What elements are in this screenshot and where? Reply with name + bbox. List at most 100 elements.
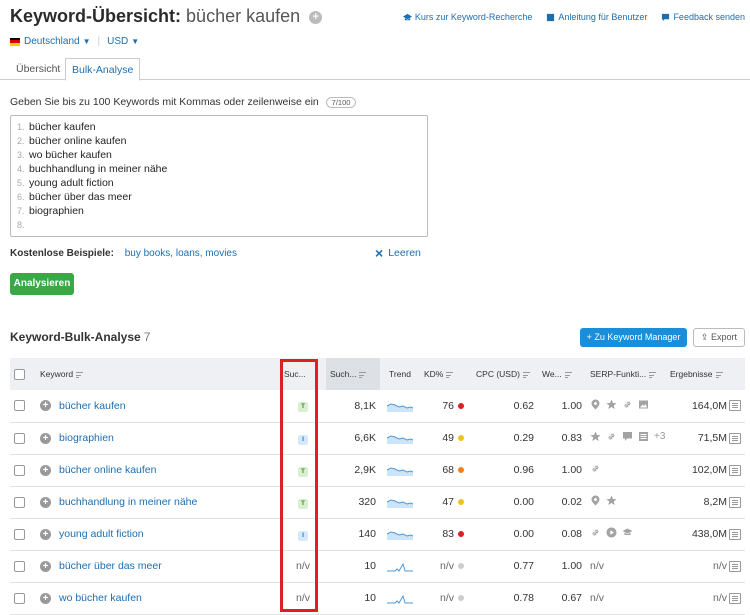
serp-snapshot-icon[interactable] xyxy=(729,432,741,444)
kd-cell: 76 xyxy=(420,390,468,422)
col-kd[interactable]: KD% xyxy=(420,358,468,390)
add-plus-icon[interactable]: + xyxy=(40,592,51,604)
checkbox[interactable] xyxy=(14,592,25,604)
cpc-cell: 0.96 xyxy=(468,454,538,486)
keyword-link[interactable]: biographien xyxy=(59,432,114,444)
checkbox[interactable] xyxy=(14,496,25,508)
volume-value: 6,6K xyxy=(354,432,376,444)
results-cell: n/v xyxy=(666,582,745,614)
textarea-line: 2. bücher online kaufen xyxy=(17,135,421,149)
page-title-label: Keyword-Übersicht: xyxy=(10,6,182,26)
add-plus-icon[interactable]: + xyxy=(40,464,51,476)
line-text: bücher über das meer xyxy=(29,191,132,203)
keyword-link[interactable]: bücher online kaufen xyxy=(59,464,157,476)
trend-cell xyxy=(380,390,420,422)
keyword-link[interactable]: wo bücher kaufen xyxy=(59,592,142,604)
results-table: Keyword Suc... Such... Trend KD% CPC (US… xyxy=(10,358,745,615)
add-plus-icon[interactable]: + xyxy=(309,10,323,24)
serp-snapshot-icon[interactable] xyxy=(729,528,741,540)
link-guide[interactable]: Anleitung für Benutzer xyxy=(546,12,647,22)
serp-cell: +3 xyxy=(586,422,666,454)
results-title-label: Keyword-Bulk-Analyse xyxy=(10,330,141,344)
checkbox[interactable] xyxy=(14,560,25,572)
results-value: 164,0M xyxy=(691,399,727,412)
tab-overview[interactable]: Übersicht xyxy=(10,58,66,80)
video-icon xyxy=(606,527,617,538)
line-text: bücher kaufen xyxy=(29,121,96,133)
tab-bulk-analysis[interactable]: Bulk-Analyse xyxy=(65,58,141,81)
volume-value: 320 xyxy=(358,496,376,508)
table-row: + young adult fiction I 140 83 0.00 0.08 438,0M xyxy=(10,518,745,550)
line-number: 7. xyxy=(17,206,25,216)
competition-value: 1.00 xyxy=(561,399,582,412)
volume-cell: 140 xyxy=(326,518,380,550)
keyword-link[interactable]: bücher über das meer xyxy=(59,560,162,572)
export-label: Export xyxy=(711,332,738,342)
line-number: 1. xyxy=(17,122,25,132)
results-value: 8,2M xyxy=(703,496,727,508)
serp-features xyxy=(590,399,649,410)
clear-button[interactable]: × Leeren xyxy=(375,246,421,260)
col-competition[interactable]: We... xyxy=(538,358,586,390)
add-plus-icon[interactable]: + xyxy=(40,528,51,540)
checkbox[interactable] xyxy=(14,432,25,444)
kd-dot xyxy=(458,595,464,602)
examples-links[interactable]: buy books, loans, movies xyxy=(125,248,237,259)
star-icon xyxy=(590,431,601,441)
serp-snapshot-icon[interactable] xyxy=(729,592,741,604)
link-course[interactable]: Kurs zur Keyword-Recherche xyxy=(402,12,532,22)
keyword-cell: + young adult fiction xyxy=(36,518,280,550)
col-keyword[interactable]: Keyword xyxy=(36,358,280,390)
serp-snapshot-icon[interactable] xyxy=(729,464,741,476)
checkbox[interactable] xyxy=(14,368,25,380)
serp-snapshot-icon[interactable] xyxy=(729,560,741,572)
trend-sparkline-icon xyxy=(387,594,413,604)
keyword-cell: + bücher über das meer xyxy=(36,550,280,582)
country-select[interactable]: Deutschland ▼ xyxy=(24,36,91,47)
serp-snapshot-icon[interactable] xyxy=(729,400,741,412)
trend-cell xyxy=(380,582,420,614)
keyword-link[interactable]: young adult fiction xyxy=(59,528,144,540)
keywords-textarea[interactable]: 1. bücher kaufen 2. bücher online kaufen 3… xyxy=(10,115,428,237)
volume-cell: 6,6K xyxy=(326,422,380,454)
checkbox[interactable] xyxy=(14,528,25,540)
keyword-manager-label: Zu Keyword Manager xyxy=(594,332,681,342)
col-volume[interactable]: Such... xyxy=(326,358,380,390)
export-button[interactable]: ⇪ Export xyxy=(693,328,745,347)
textarea-line: 7. biographien xyxy=(17,205,421,219)
add-plus-icon[interactable]: + xyxy=(40,560,51,572)
add-plus-icon[interactable]: + xyxy=(40,496,51,508)
link-feedback[interactable]: Feedback senden xyxy=(661,12,745,22)
select-all-checkbox[interactable] xyxy=(10,358,36,390)
col-trend[interactable]: Trend xyxy=(380,358,420,390)
kd-value: 76 xyxy=(442,399,454,412)
serp-more-count[interactable]: +3 xyxy=(654,431,665,442)
checkbox[interactable] xyxy=(14,400,25,412)
checkbox[interactable] xyxy=(14,464,25,476)
add-plus-icon[interactable]: + xyxy=(40,432,51,444)
kd-cell: 83 xyxy=(420,518,468,550)
line-text: wo bücher kaufen xyxy=(29,149,112,161)
textarea-line: 4. buchhandlung in meiner nähe xyxy=(17,163,421,177)
input-instruction: Geben Sie bis zu 100 Keywords mit Kommas… xyxy=(10,96,357,108)
col-results[interactable]: Ergebnisse xyxy=(666,358,745,390)
currency-select[interactable]: USD ▼ xyxy=(107,36,139,47)
keyword-link[interactable]: bücher kaufen xyxy=(59,400,126,412)
analyze-button[interactable]: Analysieren xyxy=(10,273,74,295)
serp-cell xyxy=(586,518,666,550)
col-serp[interactable]: SERP-Funkti... xyxy=(586,358,666,390)
col-cpc[interactable]: CPC (USD) xyxy=(468,358,538,390)
results-cell: 71,5M xyxy=(666,422,745,454)
keyword-manager-button[interactable]: + Zu Keyword Manager xyxy=(580,328,687,347)
kd-value: 68 xyxy=(442,464,454,476)
textarea-line: 8. xyxy=(17,219,421,233)
serp-cell xyxy=(586,486,666,518)
export-icon: ⇪ xyxy=(700,332,712,342)
serp-snapshot-icon[interactable] xyxy=(729,496,741,508)
competition-value: 0.67 xyxy=(561,592,582,604)
textarea-line: 6. bücher über das meer xyxy=(17,191,421,205)
results-cell: 438,0M xyxy=(666,518,745,550)
keyword-link[interactable]: buchhandlung in meiner nähe xyxy=(59,496,197,508)
line-text: young adult fiction xyxy=(29,177,114,189)
add-plus-icon[interactable]: + xyxy=(40,400,51,412)
